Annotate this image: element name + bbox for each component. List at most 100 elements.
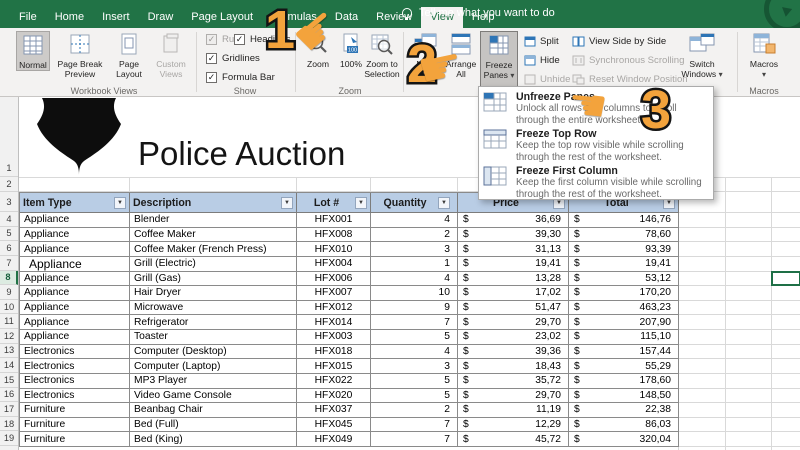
macros-button[interactable]: Macros▾ [744,31,784,80]
switch-windows-button[interactable]: Switch Windows ▾ [676,31,728,80]
cell[interactable]: Beanbag Chair [130,403,297,418]
header-lot[interactable]: Lot #▼ [297,193,371,213]
cell[interactable]: Electronics [20,359,130,374]
cell[interactable]: $53,12 [569,272,679,287]
filter-dropdown-icon[interactable]: ▼ [281,197,293,209]
cell[interactable]: $19,41 [569,257,679,272]
cell[interactable]: Blender [130,213,297,228]
cell[interactable]: $148,50 [569,389,679,404]
header-item-type[interactable]: Item Type▼ [20,193,130,213]
tab-insert[interactable]: Insert [93,7,139,28]
cell[interactable]: $463,23 [569,301,679,316]
cell[interactable]: Electronics [20,389,130,404]
gridlines-checkbox[interactable]: ✓ Gridlines [206,53,260,64]
cell[interactable]: $36,69 [458,213,569,228]
row-header-18[interactable]: 18 [0,417,18,432]
row-header-13[interactable]: 13 [0,344,18,359]
cell[interactable]: Appliance [20,213,130,228]
cell[interactable]: HFX014 [297,315,371,330]
cell[interactable]: Appliance [20,315,130,330]
view-side-by-side-button[interactable]: View Side by Side [572,36,666,47]
table-row[interactable]: ElectronicsVideo Game ConsoleHFX0205$29,… [20,389,679,404]
cell[interactable]: HFX020 [297,389,371,404]
cell[interactable]: Grill (Gas) [130,272,297,287]
cell[interactable]: HFX006 [297,272,371,287]
arrange-all-button[interactable]: Arrange All [444,31,478,79]
cell[interactable]: Coffee Maker [130,228,297,243]
cell[interactable]: Grill (Electric) [130,257,297,272]
row-header-6[interactable]: 6 [0,241,18,256]
tab-draw[interactable]: Draw [139,7,183,28]
tab-formulas[interactable]: Formulas [262,7,326,28]
cell[interactable]: HFX008 [297,228,371,243]
cell[interactable]: 10 [371,286,458,301]
cell[interactable]: Coffee Maker (French Press) [130,242,297,257]
cell[interactable]: HFX037 [297,403,371,418]
unhide-button[interactable]: Unhide [524,74,570,85]
cell[interactable]: Appliance [20,301,130,316]
cell[interactable]: $23,02 [458,330,569,345]
table-row[interactable]: ApplianceGrill (Electric)HFX0041$19,41$1… [20,257,679,272]
filter-dropdown-icon[interactable]: ▼ [438,197,450,209]
row-header-8[interactable]: 8 [0,271,18,286]
cell[interactable]: HFX010 [297,242,371,257]
header-description[interactable]: Description▼ [130,193,297,213]
cell[interactable]: 7 [371,315,458,330]
cell[interactable]: 3 [371,359,458,374]
table-row[interactable]: FurnitureBed (Full)HFX0457$12,29$86,03 [20,418,679,433]
cell[interactable]: $29,70 [458,389,569,404]
formula-bar-checkbox[interactable]: ✓ Formula Bar [206,72,275,83]
cell[interactable]: 4 [371,345,458,360]
cell[interactable]: Video Game Console [130,389,297,404]
cell[interactable]: HFX012 [297,301,371,316]
cell[interactable]: Toaster [130,330,297,345]
custom-views-button[interactable]: Custom Views [150,31,192,79]
hide-button[interactable]: Hide [524,55,560,66]
row-header-7[interactable]: 7 [0,256,18,271]
cell[interactable]: Refrigerator [130,315,297,330]
cell[interactable]: $146,76 [569,213,679,228]
cell[interactable]: HFX007 [297,286,371,301]
zoom-100-button[interactable]: 100 100% [336,31,366,69]
split-button[interactable]: Split [524,36,559,47]
cell[interactable]: $29,70 [458,315,569,330]
cell[interactable]: HFX045 [297,418,371,433]
row-header-1[interactable]: 1 [0,97,18,177]
cell[interactable]: Bed (King) [130,432,297,447]
cell[interactable]: $178,60 [569,374,679,389]
cell[interactable]: Furniture [20,418,130,433]
table-row[interactable]: ApplianceToasterHFX0035$23,02$115,10 [20,330,679,345]
cell[interactable]: Electronics [20,374,130,389]
cell[interactable]: Appliance [20,242,130,257]
cell[interactable]: $18,43 [458,359,569,374]
cell[interactable]: 7 [371,432,458,447]
cell[interactable]: $45,72 [458,432,569,447]
row-header-2[interactable]: 2 [0,177,18,192]
cell[interactable]: $11,19 [458,403,569,418]
cell[interactable]: $17,02 [458,286,569,301]
table-row[interactable]: ApplianceHair DryerHFX00710$17,02$170,20 [20,286,679,301]
cell[interactable]: Furniture [20,403,130,418]
header-quantity[interactable]: Quantity▼ [371,193,458,213]
synchronous-scrolling-button[interactable]: Synchronous Scrolling [572,55,684,66]
headings-checkbox[interactable]: ✓ Headings [234,34,291,45]
cell[interactable]: Appliance [20,257,130,272]
cell[interactable]: Furniture [20,432,130,447]
table-row[interactable]: ApplianceMicrowaveHFX0129$51,47$463,23 [20,301,679,316]
cell[interactable]: MP3 Player [130,374,297,389]
cell[interactable]: $78,60 [569,228,679,243]
cell[interactable]: HFX049 [297,432,371,447]
cell[interactable]: $39,30 [458,228,569,243]
selected-cell[interactable] [771,271,800,286]
row-header-12[interactable]: 12 [0,329,18,344]
cell[interactable]: HFX004 [297,257,371,272]
cell[interactable]: $12,29 [458,418,569,433]
cell[interactable]: $93,39 [569,242,679,257]
cell[interactable]: 4 [371,272,458,287]
cell[interactable]: 5 [371,330,458,345]
table-row[interactable]: ApplianceRefrigeratorHFX0147$29,70$207,9… [20,315,679,330]
cell[interactable]: HFX001 [297,213,371,228]
cell[interactable]: $55,29 [569,359,679,374]
table-row[interactable]: ApplianceGrill (Gas)HFX0064$13,28$53,12 [20,272,679,287]
row-header-16[interactable]: 16 [0,388,18,403]
